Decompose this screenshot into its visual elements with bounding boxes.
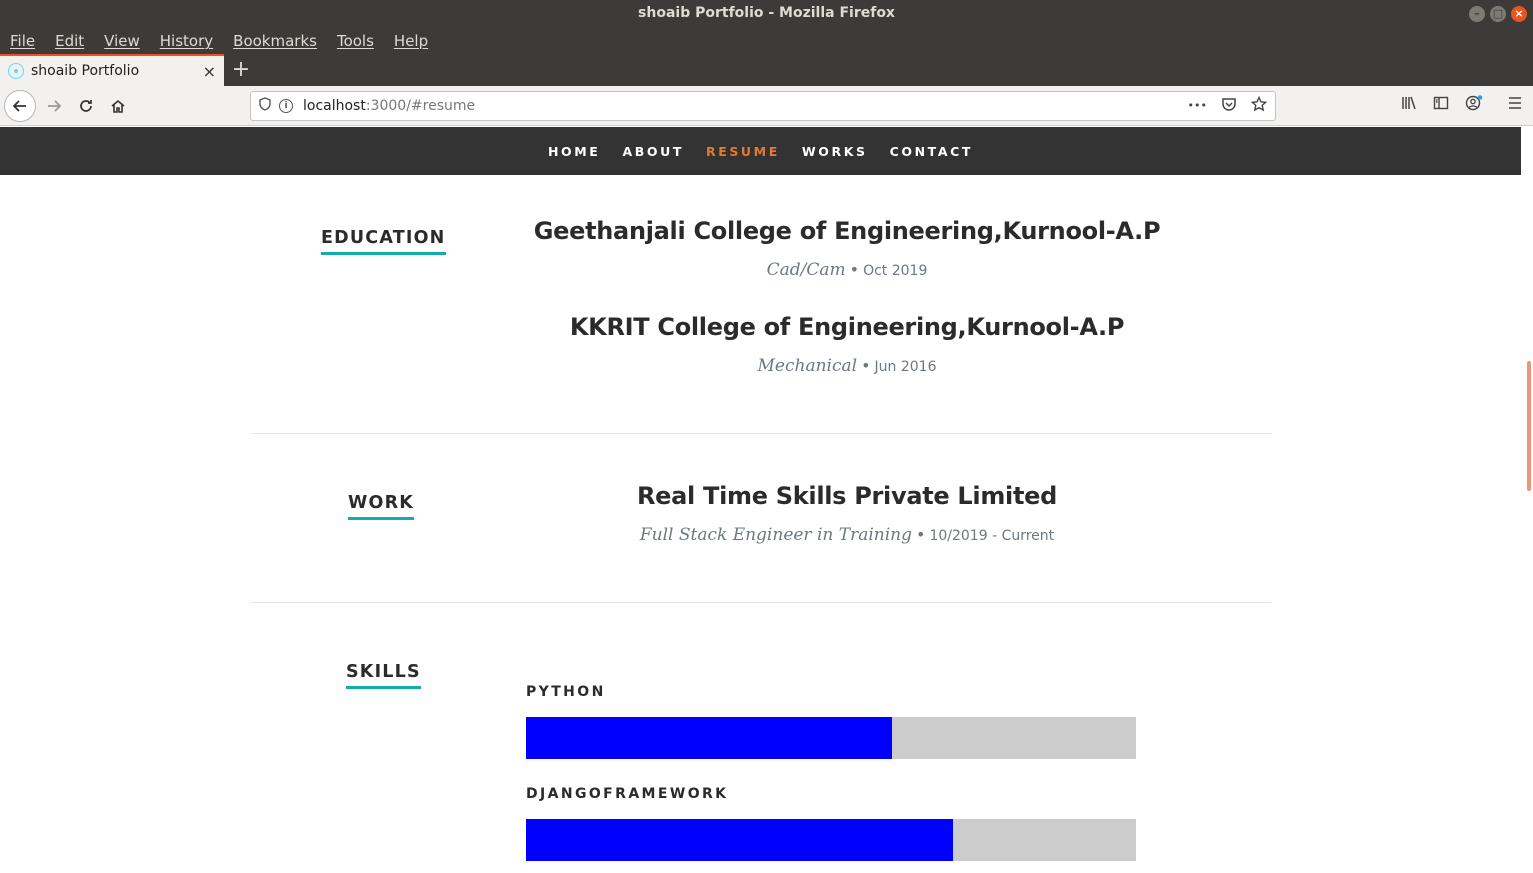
- close-window-button[interactable]: ×: [1511, 6, 1527, 22]
- hamburger-menu-icon[interactable]: [1507, 95, 1523, 115]
- nav-home-link[interactable]: HOME: [548, 144, 600, 159]
- site-info-icon[interactable]: i: [279, 99, 293, 113]
- nav-contact-link[interactable]: CONTACT: [890, 144, 973, 159]
- page-actions-icon[interactable]: •••: [1188, 96, 1207, 116]
- work-title-1: Full Stack Engineer in Training: [639, 525, 913, 545]
- section-divider: [251, 602, 1271, 603]
- reload-button[interactable]: [74, 91, 98, 121]
- library-icon[interactable]: [1401, 95, 1417, 115]
- url-host: localhost: [303, 98, 366, 114]
- skill-label-django: DJANGOFRAMEWORK: [526, 786, 729, 802]
- forward-arrow-icon: [48, 100, 62, 112]
- menu-history[interactable]: History: [160, 32, 213, 50]
- nav-toolbar: i localhost:3000/#resume •••: [0, 86, 1533, 126]
- education-info-1: Cad/Cam • Oct 2019: [452, 260, 1242, 280]
- education-date-2: Jun 2016: [874, 359, 937, 375]
- menu-view[interactable]: View: [104, 32, 140, 50]
- tracking-shield-icon[interactable]: [259, 97, 271, 115]
- home-icon: [111, 99, 125, 113]
- skill-bar-fill: [526, 717, 892, 759]
- pocket-icon[interactable]: [1221, 96, 1237, 116]
- menubar: File Edit View History Bookmarks Tools H…: [0, 28, 1533, 54]
- education-info-2: Mechanical • Jun 2016: [452, 356, 1242, 376]
- section-divider: [251, 433, 1271, 434]
- back-arrow-icon: [12, 100, 26, 112]
- skill-bar-fill: [526, 819, 953, 861]
- back-button[interactable]: [4, 90, 36, 122]
- work-info-1: Full Stack Engineer in Training • 10/2019 …: [452, 525, 1242, 545]
- tab-active[interactable]: shoaib Portfolio ×: [0, 54, 224, 86]
- tab-label: shoaib Portfolio: [31, 63, 140, 79]
- education-degree-2: Mechanical: [757, 356, 858, 376]
- nav-about-link[interactable]: ABOUT: [622, 144, 684, 159]
- skills-heading: SKILLS: [346, 662, 421, 689]
- menu-file[interactable]: File: [10, 32, 35, 50]
- home-button[interactable]: [106, 91, 130, 121]
- work-years-1: 10/2019 - Current: [929, 528, 1055, 544]
- education-school-1: Geethanjali College of Engineering,Kurno…: [533, 217, 1161, 245]
- window-title: shoaib Portfolio - Mozilla Firefox: [638, 5, 895, 21]
- work-heading: WORK: [348, 493, 415, 520]
- education-school-2: KKRIT College of Engineering,Kurnool-A.P: [569, 313, 1125, 341]
- menu-bookmarks[interactable]: Bookmarks: [233, 32, 317, 50]
- window-controls: – □ ×: [1469, 6, 1527, 22]
- bullet-separator: •: [849, 260, 860, 279]
- toolbar-icons: [1401, 95, 1523, 115]
- tab-close-icon[interactable]: ×: [203, 62, 216, 81]
- url-path: :3000/#resume: [365, 98, 476, 114]
- nav-resume-link[interactable]: RESUME: [706, 144, 780, 159]
- skill-label-python: PYTHON: [526, 684, 606, 700]
- scrollbar-thumb[interactable]: [1527, 361, 1531, 491]
- menu-tools[interactable]: Tools: [337, 32, 374, 50]
- minimize-button[interactable]: –: [1469, 6, 1485, 22]
- react-favicon-icon: [8, 63, 24, 79]
- reload-icon: [80, 100, 92, 112]
- menu-help[interactable]: Help: [394, 32, 428, 50]
- skill-bar-django: [526, 819, 1136, 861]
- education-date-1: Oct 2019: [863, 263, 928, 279]
- page-viewport: HOME ABOUT RESUME WORKS CONTACT EDUCATIO…: [0, 127, 1521, 873]
- forward-button[interactable]: [42, 91, 66, 121]
- window-titlebar: shoaib Portfolio - Mozilla Firefox – □ ×: [0, 0, 1533, 28]
- page-scrollbar[interactable]: [1521, 127, 1533, 873]
- menu-edit[interactable]: Edit: [55, 32, 84, 50]
- url-bar[interactable]: i localhost:3000/#resume •••: [250, 91, 1276, 121]
- education-degree-1: Cad/Cam: [766, 260, 846, 280]
- bookmark-star-icon[interactable]: [1250, 95, 1268, 116]
- skill-bar-python: [526, 717, 1136, 759]
- nav-works-link[interactable]: WORKS: [802, 144, 868, 159]
- url-actions: •••: [1188, 95, 1268, 116]
- sidebar-icon[interactable]: [1433, 95, 1449, 115]
- work-company-1: Real Time Skills Private Limited: [636, 482, 1058, 510]
- maximize-button[interactable]: □: [1490, 6, 1506, 22]
- account-icon[interactable]: [1465, 95, 1483, 115]
- education-heading: EDUCATION: [321, 228, 446, 255]
- bullet-separator: •: [861, 356, 871, 375]
- new-tab-button[interactable]: +: [224, 54, 258, 86]
- bullet-separator: •: [916, 525, 926, 544]
- site-nav: HOME ABOUT RESUME WORKS CONTACT: [0, 127, 1521, 175]
- tabbar: shoaib Portfolio × +: [0, 54, 1533, 86]
